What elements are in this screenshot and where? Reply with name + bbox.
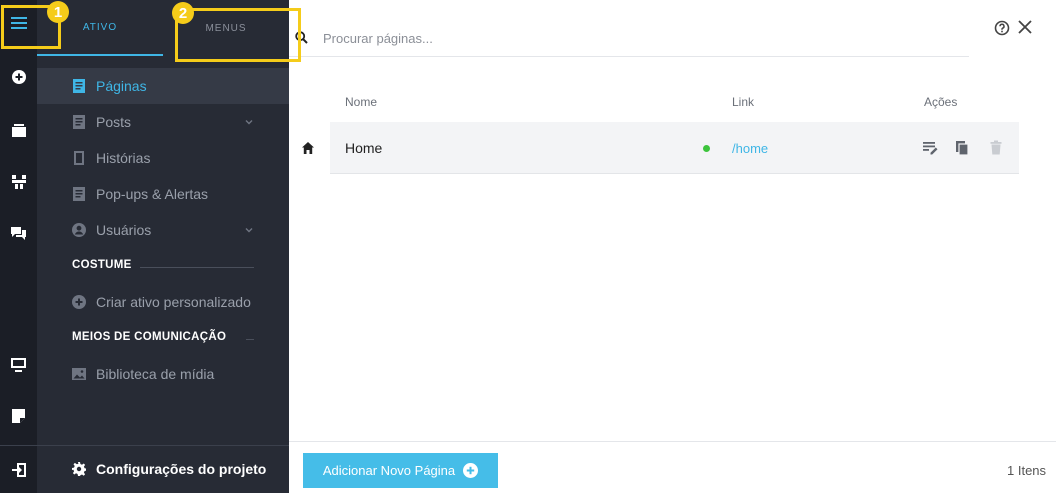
add-circle-icon [463, 463, 479, 478]
navigation-panel: ATIVO MENUS Páginas Posts Histórias Pop-… [37, 0, 289, 493]
trash-icon[interactable] [987, 139, 1005, 157]
search-bar [289, 20, 969, 57]
sidebar-item-label: Posts [96, 114, 132, 130]
section-heading-media: MEIOS DE COMUNICAÇÃO [72, 331, 227, 343]
chevron-down-icon[interactable] [245, 118, 253, 126]
callout-badge-1: 1 [47, 1, 69, 23]
sidebar-item-posts[interactable]: Posts [37, 104, 289, 140]
column-header-link[interactable]: Link [732, 95, 754, 109]
status-indicator [703, 145, 710, 152]
folder-icon[interactable] [0, 115, 37, 145]
callout-badge-2: 2 [172, 2, 194, 24]
gear-icon [72, 462, 86, 476]
footer-divider [289, 441, 1056, 442]
create-custom-asset-label: Criar ativo personalizado [96, 294, 251, 310]
sidebar-item-label: Usuários [96, 222, 152, 238]
item-count: 1 Itens [1007, 463, 1047, 478]
image-icon [72, 368, 86, 380]
section-heading-costume: COSTUME [72, 259, 132, 271]
close-icon[interactable] [1016, 18, 1034, 36]
sidebar-item-usuarios[interactable]: Usuários [37, 212, 289, 248]
panel-divider [37, 445, 289, 446]
edit-icon[interactable] [921, 139, 939, 157]
create-custom-asset-button[interactable]: Criar ativo personalizado [37, 284, 289, 320]
app-root: ATIVO MENUS Páginas Posts Histórias Pop-… [0, 0, 1056, 493]
note-icon[interactable] [0, 401, 37, 431]
page-name[interactable]: Home [345, 140, 382, 156]
column-header-name[interactable]: Nome [345, 95, 377, 109]
home-icon [302, 142, 314, 154]
sidebar-item-historias[interactable]: Histórias [37, 140, 289, 176]
page-icon [73, 79, 85, 93]
posts-icon [73, 115, 85, 129]
duplicate-icon[interactable] [953, 139, 971, 157]
popups-icon [73, 187, 85, 201]
search-input[interactable] [323, 28, 923, 48]
table-row[interactable] [330, 122, 1019, 174]
section-divider [140, 267, 254, 268]
column-header-actions: Ações [924, 95, 958, 109]
sidebar-item-media-library[interactable]: Biblioteca de mídia [37, 356, 289, 392]
comments-icon[interactable] [0, 219, 37, 249]
rail-divider [0, 445, 37, 446]
page-link[interactable]: /home [732, 141, 768, 156]
sidebar-item-label: Biblioteca de mídia [96, 366, 215, 382]
sidebar-item-label: Páginas [96, 78, 147, 94]
main-content: Nome Link Ações Home /home Adicionar Nov… [289, 0, 1056, 493]
section-divider [246, 339, 254, 340]
logout-icon[interactable] [0, 455, 37, 485]
components-icon[interactable] [0, 167, 37, 197]
stories-icon [74, 151, 84, 165]
help-icon[interactable] [994, 20, 1010, 36]
sidebar-item-paginas[interactable]: Páginas [37, 68, 289, 104]
sidebar-item-label: Histórias [96, 150, 151, 166]
search-icon [295, 31, 308, 44]
add-new-page-label: Adicionar Novo Página [322, 463, 456, 478]
icon-rail [0, 0, 37, 493]
chevron-down-icon[interactable] [245, 226, 253, 234]
project-settings-button[interactable]: Configurações do projeto [37, 450, 289, 488]
add-new-page-button[interactable]: Adicionar Novo Página [303, 453, 498, 488]
sidebar-item-label: Pop-ups & Alertas [96, 186, 209, 202]
sidebar-item-popups[interactable]: Pop-ups & Alertas [37, 176, 289, 212]
add-circle-icon[interactable] [0, 62, 37, 92]
hamburger-menu-icon[interactable] [0, 8, 37, 38]
user-icon [72, 223, 86, 237]
add-circle-icon [72, 295, 86, 309]
project-settings-label: Configurações do projeto [96, 461, 267, 477]
panel-tabs: ATIVO MENUS [37, 0, 289, 56]
monitor-icon[interactable] [0, 350, 37, 380]
